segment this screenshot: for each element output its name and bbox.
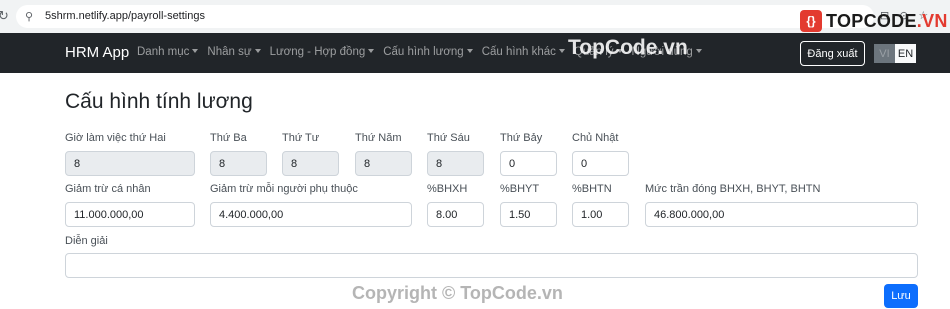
nav-item-danh-muc[interactable]: Danh mục [137,46,198,58]
dependent-deduction-input[interactable]: 4.400.000,00 [210,202,412,227]
watermark-logo: {} TOPCODE.VN [800,10,948,32]
hours-thu-label: Thứ Năm [355,132,402,144]
hours-sun-input[interactable]: 0 [572,151,629,176]
language-switch: VI EN [874,44,916,63]
personal-deduction-input[interactable]: 11.000.000,00 [65,202,195,227]
nav-item-cau-hinh-luong[interactable]: Cấu hình lương [383,46,472,58]
hours-sun-label: Chủ Nhật [572,132,619,144]
dependent-deduction-label: Giảm trừ mỗi người phụ thuộc [210,183,358,195]
hours-wed-input[interactable]: 8 [282,151,339,176]
bhxh-label: %BHXH [427,183,468,195]
hours-thu-input[interactable]: 8 [355,151,412,176]
insurance-cap-label: Mức trần đóng BHXH, BHYT, BHTN [645,183,821,195]
top-navbar: HRM App Danh mục Nhân sự Lương - Hợp đồn… [0,33,950,73]
hours-wed-label: Thứ Tư [282,132,320,144]
bhyt-input[interactable]: 1.50 [500,202,557,227]
url-field[interactable]: ⚲ 5shrm.netlify.app/payroll-settings [16,5,874,28]
hours-fri-label: Thứ Sáu [427,132,470,144]
insurance-cap-input[interactable]: 46.800.000,00 [645,202,918,227]
reload-icon[interactable]: ↻ [0,8,9,24]
hours-sat-input[interactable]: 0 [500,151,557,176]
description-label: Diễn giải [65,235,108,247]
hours-fri-input[interactable]: 8 [427,151,484,176]
personal-deduction-label: Giảm trừ cá nhân [65,183,151,195]
save-button[interactable]: Lưu [884,284,918,308]
hours-tue-label: Thứ Ba [210,132,247,144]
logo-badge-icon: {} [800,10,822,32]
nav-item-cau-hinh-khac[interactable]: Cấu hình khác [482,46,565,58]
hours-tue-input[interactable]: 8 [210,151,267,176]
page-title: Cấu hình tính lương [65,90,253,113]
hours-mon-label: Giờ làm việc thứ Hai [65,132,166,144]
nav-item-nhan-su[interactable]: Nhân sự [207,46,260,58]
logout-button[interactable]: Đăng xuất [800,41,865,66]
copyright-watermark: Copyright © TopCode.vn [352,283,563,303]
brand-link[interactable]: HRM App [65,44,129,61]
hours-sat-label: Thứ Bảy [500,132,543,144]
watermark-text: TopCode.vn [568,36,688,59]
lang-en-button[interactable]: EN [895,44,916,63]
logo-suffix: .VN [916,10,948,31]
description-input[interactable] [65,253,918,278]
bhyt-label: %BHYT [500,183,540,195]
bhxh-input[interactable]: 8.00 [427,202,484,227]
site-settings-icon[interactable]: ⚲ [25,10,33,23]
logo-text: TOPCODE [826,10,917,31]
bhtn-label: %BHTN [572,183,612,195]
url-text: 5shrm.netlify.app/payroll-settings [45,10,205,22]
nav-item-luong-hop-dong[interactable]: Lương - Hợp đồng [270,46,375,58]
hours-mon-input[interactable]: 8 [65,151,195,176]
lang-vi-button[interactable]: VI [874,44,895,63]
bhtn-input[interactable]: 1.00 [572,202,629,227]
